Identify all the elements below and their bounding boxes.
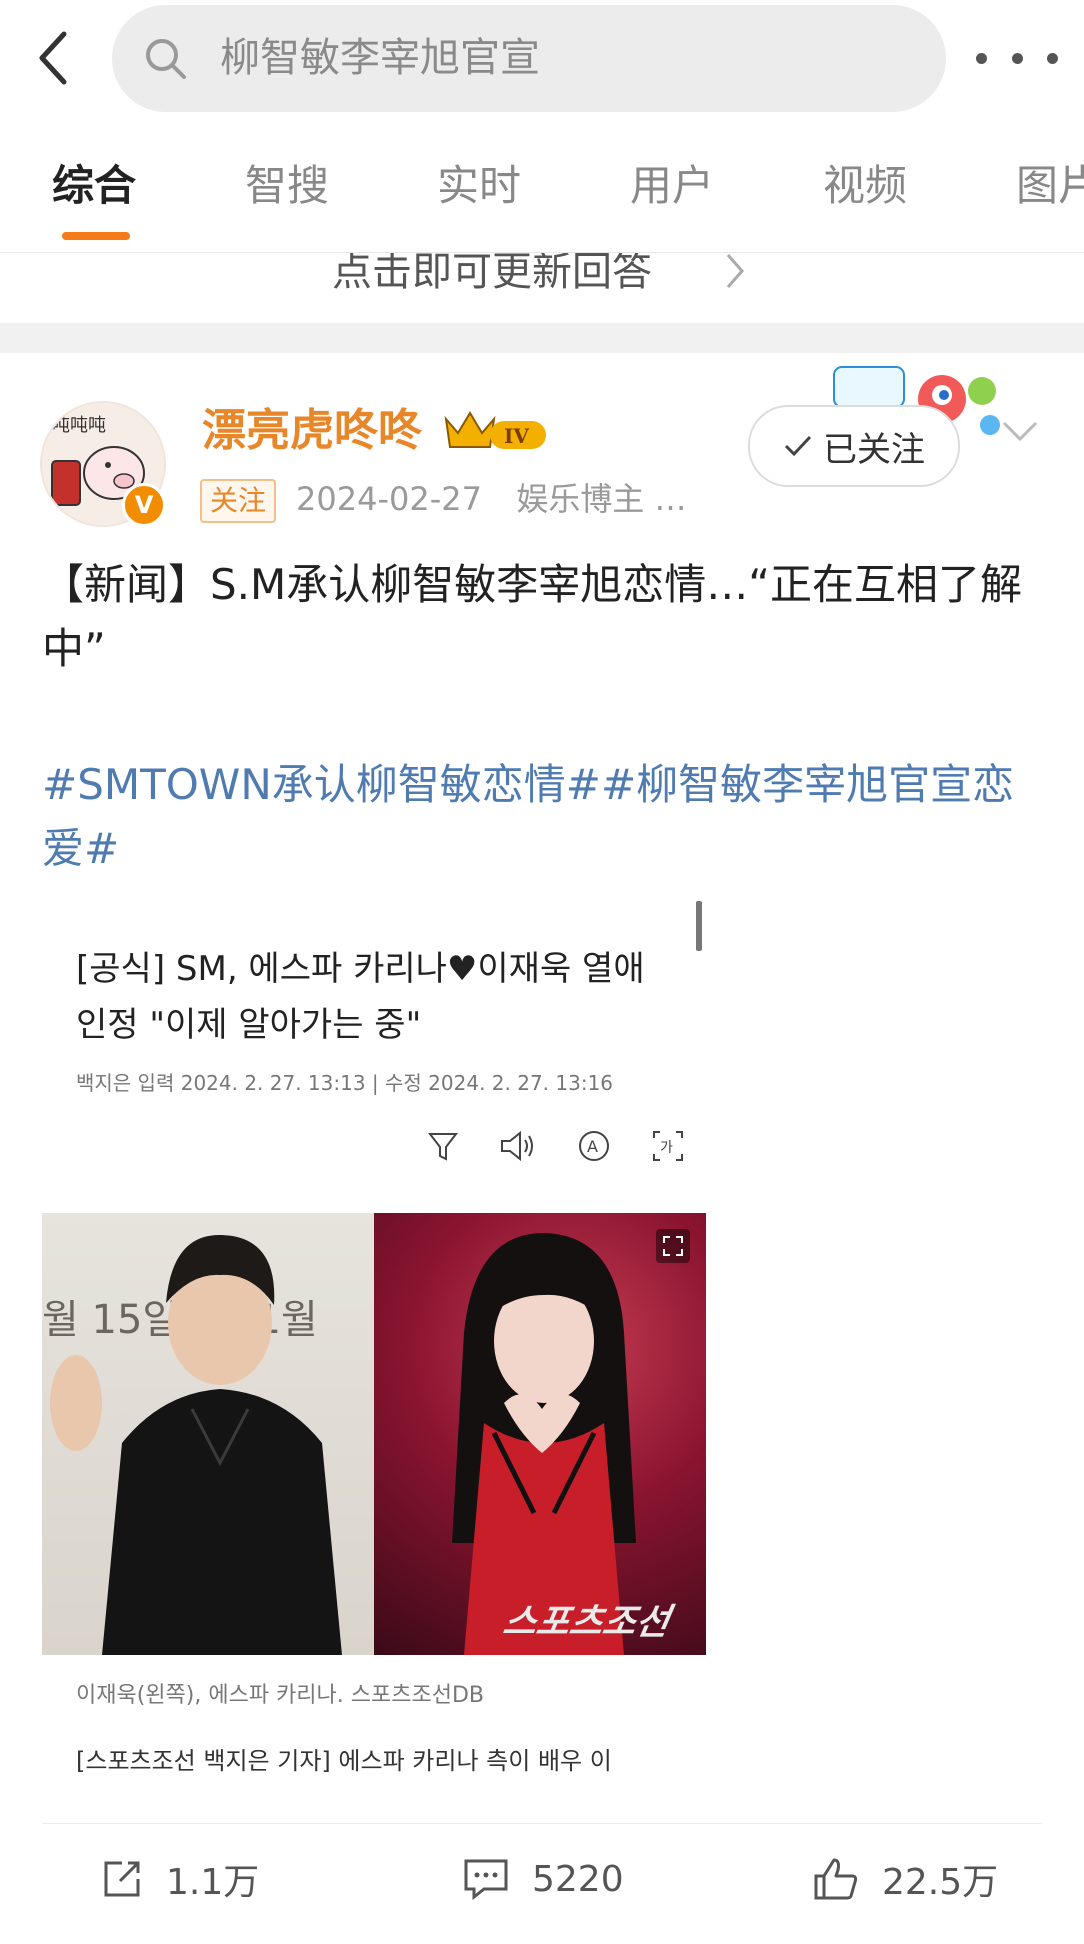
like-button[interactable]: 22.5万 — [812, 1839, 998, 1919]
tab-images[interactable]: 图片 — [1016, 160, 1084, 212]
tab-users[interactable]: 用户 — [630, 160, 714, 212]
actor-photo: 월 15일 1 · 1월 — [42, 1213, 374, 1655]
post-hashtags[interactable]: #SMTOWN承认柳智敏恋情##柳智敏李宰旭官宣恋爱# — [42, 753, 1042, 881]
photo-watermark: 스포츠조선 — [499, 1602, 673, 1643]
article-meta: 백지은 입력 2024. 2. 27. 13:13 | 수정 2024. 2. … — [76, 1071, 614, 1095]
verified-badge-icon: V — [122, 483, 166, 527]
repost-icon — [104, 1861, 140, 1897]
post-meta: 2024-02-27 娱乐博主 … — [296, 477, 687, 521]
crown-vip-icon: IV — [444, 411, 546, 449]
tab-bar: 综合 智搜 实时 用户 视频 图片 — [0, 120, 1084, 253]
tab-smart-search[interactable]: 智搜 — [245, 160, 329, 212]
actions-divider — [42, 1823, 1042, 1824]
repost-count: 1.1万 — [166, 1862, 260, 1903]
follow-tag: 关注 — [200, 479, 277, 523]
update-answer-text: 点击即可更新回答 — [332, 253, 652, 295]
back-arrow-icon[interactable] — [34, 28, 74, 88]
search-query: 柳智敏李宰旭官宣 — [220, 35, 540, 81]
svg-text:吨吨吨: 吨吨吨 — [52, 415, 106, 436]
repost-button[interactable]: 1.1万 — [100, 1839, 259, 1919]
svg-text:가: 가 — [660, 1140, 673, 1156]
author-name[interactable]: 漂亮虎咚咚 — [202, 403, 422, 459]
active-tab-indicator — [62, 232, 130, 240]
like-count: 22.5万 — [882, 1862, 999, 1903]
update-answer-prompt[interactable]: 点击即可更新回答 — [0, 253, 1084, 323]
post-text: 【新闻】S.M承认柳智敏李宰旭恋情…“正在互相了解中” — [42, 560, 1023, 673]
post-card: 吨吨吨 V 漂亮虎咚咚 IV 关注 2024-02-27 娱乐博主 … 已关注 — [0, 353, 1084, 1934]
section-divider — [0, 323, 1084, 353]
article-toolbar: A 가 — [426, 1121, 686, 1171]
article-title: [공식] SM, 에스파 카리나♥이재욱 열애 인정 "이제 알아가는 중" — [76, 949, 645, 1045]
comment-button[interactable]: 5220 — [462, 1839, 624, 1919]
followed-button[interactable]: 已关注 — [748, 405, 960, 487]
tab-videos[interactable]: 视频 — [823, 160, 907, 212]
singer-photo: 스포츠조선 — [374, 1213, 706, 1655]
dot-icon — [1011, 52, 1023, 64]
comment-count: 5220 — [532, 1858, 624, 1900]
photo-caption: 이재욱(왼쪽), 에스파 카리나. 스포츠조선DB — [76, 1683, 485, 1708]
dot-icon — [1047, 52, 1058, 64]
dot-icon — [976, 52, 987, 64]
thumbs-up-icon — [814, 1858, 858, 1900]
article-body: [스포츠조선 백지은 기자] 에스파 카리나 측이 배우 이 — [76, 1747, 612, 1775]
text-size-icon: 가 — [653, 1131, 683, 1161]
svg-text:A: A — [587, 1137, 598, 1156]
search-input[interactable]: 柳智敏李宰旭官宣 — [112, 5, 946, 112]
article-photos: 월 15일 1 · 1월 스포츠조선 — [42, 1213, 706, 1655]
translate-icon: A — [579, 1131, 609, 1161]
text-cursor — [696, 901, 702, 951]
singer-figure — [452, 1233, 636, 1655]
fullscreen-icon[interactable] — [656, 1229, 690, 1263]
svg-text:IV: IV — [504, 424, 529, 448]
article-screenshot[interactable]: [공식] SM, 에스파 카리나♥이재욱 열애 인정 "이제 알아가는 중" 백… — [42, 901, 706, 1801]
filter-icon — [427, 1133, 459, 1161]
search-icon — [146, 39, 186, 79]
tab-general[interactable]: 综合 — [52, 160, 136, 212]
followed-label: 已关注 — [823, 429, 925, 470]
actor-figure — [50, 1234, 342, 1655]
top-bar: 柳智敏李宰旭官宣 — [0, 0, 1084, 120]
speaker-icon — [501, 1130, 533, 1162]
checkmark-icon — [784, 435, 812, 457]
tab-realtime[interactable]: 实时 — [437, 160, 521, 212]
post-date: 2024-02-27 — [296, 480, 482, 518]
more-options-button[interactable] — [976, 40, 1058, 76]
author-role: 娱乐博主 … — [516, 480, 687, 518]
comment-icon — [464, 1859, 508, 1901]
chevron-right-icon — [726, 254, 744, 288]
chevron-down-icon[interactable] — [1000, 415, 1040, 445]
